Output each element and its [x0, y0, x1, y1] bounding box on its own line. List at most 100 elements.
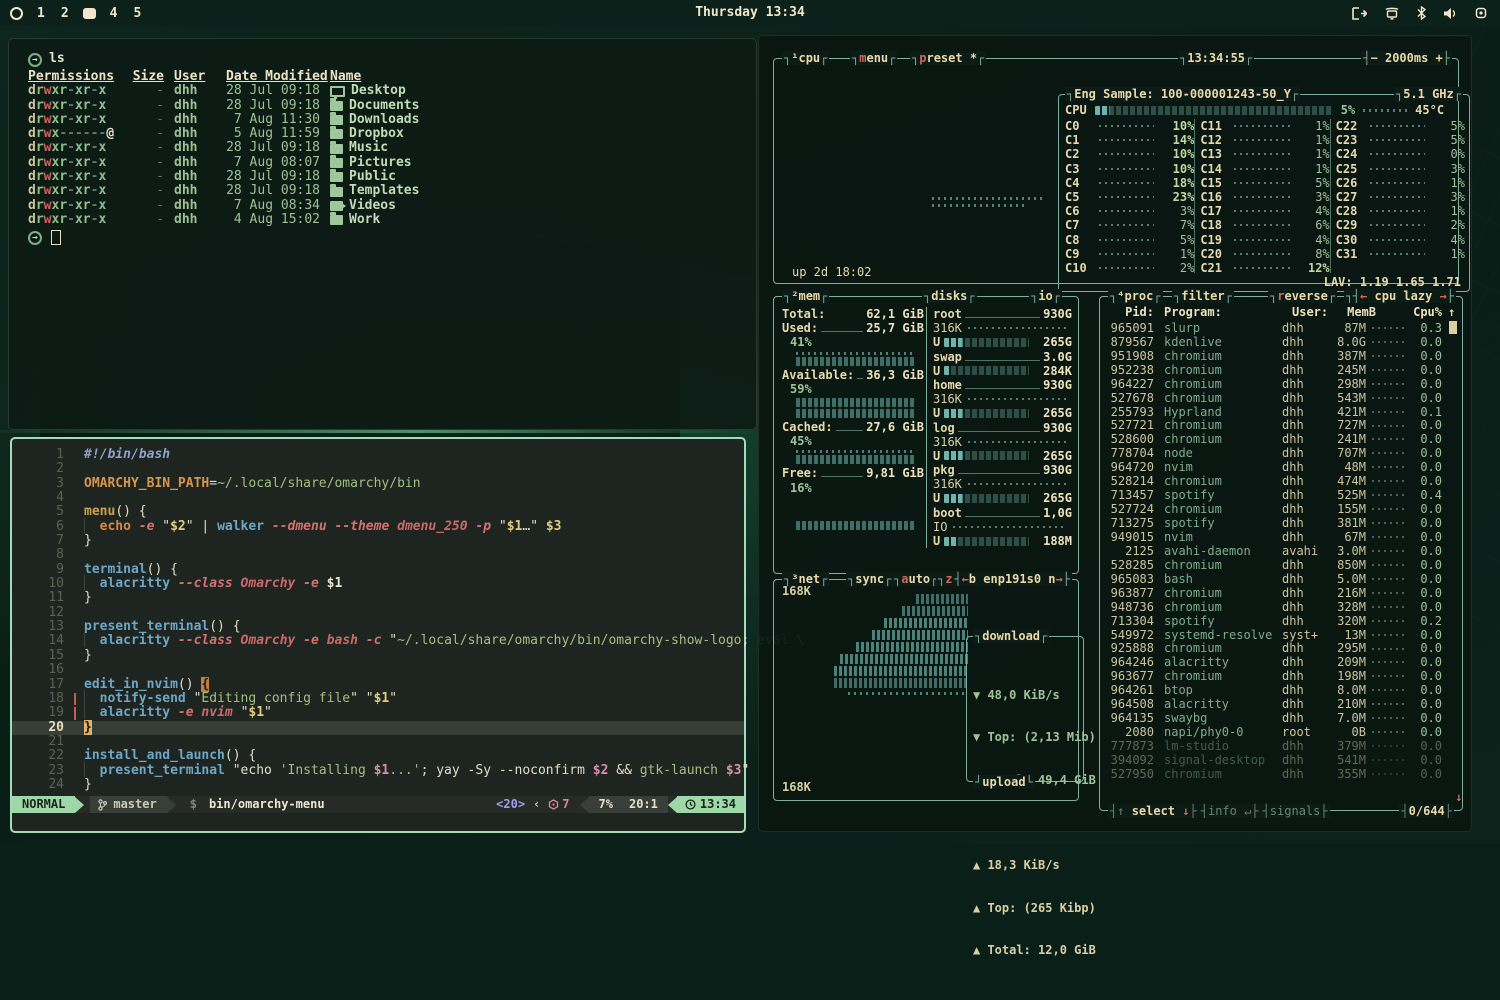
code-line-11[interactable]: 11} — [12, 591, 744, 605]
process-row[interactable]: 2080napi/phy0-0root0B0.0 — [1106, 725, 1442, 739]
code-line-4[interactable]: 4 — [12, 491, 744, 505]
code-line-15[interactable]: 15} — [12, 649, 744, 663]
tab-disks[interactable]: ┐disks┌ — [922, 289, 977, 303]
editor-window-nvim[interactable]: 1#!/bin/bash23OMARCHY_BIN_PATH=~/.local/… — [10, 437, 746, 833]
bluetooth-icon[interactable] — [1417, 6, 1426, 20]
process-row[interactable]: 778704nodedhh707M0.0 — [1106, 446, 1442, 460]
process-row[interactable]: 964135swaybgdhh7.0M0.0 — [1106, 711, 1442, 725]
code-line-2[interactable]: 2 — [12, 462, 744, 476]
download-speed: ▼ 48,0 KiB/s — [973, 688, 1060, 702]
core-row: C311% — [1336, 247, 1465, 261]
code-area[interactable]: 1#!/bin/bash23OMARCHY_BIN_PATH=~/.local/… — [12, 448, 744, 792]
process-row[interactable]: 713304spotifydhh320M0.2 — [1106, 614, 1442, 628]
used-graph-dots — [796, 352, 916, 355]
network-icon[interactable] — [1384, 7, 1400, 20]
update-interval-control[interactable]: ┤− 2000ms +├ — [1361, 51, 1452, 65]
prompt-arrow-icon: → — [28, 231, 42, 245]
filter-button[interactable]: ┐filter┌ — [1172, 289, 1234, 303]
process-row[interactable]: 528600chromiumdhh241M0.0 — [1106, 433, 1442, 447]
process-row[interactable]: 963677chromiumdhh198M0.0 — [1106, 669, 1442, 683]
process-row[interactable]: 2125avahi-daemonavahi3.0M0.0 — [1106, 544, 1442, 558]
code-line-21[interactable]: 21 — [12, 735, 744, 749]
core-list: C010%C114%C210%C310%C418%C523%C63%C77%C8… — [1065, 119, 1465, 273]
logout-icon[interactable] — [1352, 7, 1367, 20]
process-row[interactable]: 255793Hyprlanddhh421M0.1 — [1106, 405, 1442, 419]
folder-icon — [330, 215, 343, 225]
process-row[interactable]: 964261btopdhh8.0M0.0 — [1106, 683, 1442, 697]
code-line-1[interactable]: 1#!/bin/bash — [12, 448, 744, 462]
scroll-down-icon[interactable]: ↓ — [1455, 790, 1462, 804]
code-line-24[interactable]: 24} — [12, 778, 744, 792]
process-row[interactable]: 949015nvimdhh67M0.0 — [1106, 530, 1442, 544]
disk-list: root930G316KU265Gswap3.0GU284Khome930G31… — [926, 307, 1072, 548]
code-line-12[interactable]: 12 — [12, 606, 744, 620]
process-row[interactable]: 777873lm-studiodhh379M0.0 — [1106, 739, 1442, 753]
signals-control[interactable]: ┤signals├ — [1261, 804, 1330, 818]
process-row[interactable]: 964227chromiumdhh298M0.0 — [1106, 377, 1442, 391]
settings-icon[interactable] — [1474, 6, 1488, 20]
tab-cpu[interactable]: ┐¹cpu┌ — [782, 51, 829, 65]
process-row[interactable]: 965091slurpdhh87M0.3 — [1106, 321, 1442, 335]
interface-selector[interactable]: ┤←b enp191s0 n→├ — [952, 572, 1072, 586]
process-row[interactable]: 713275spotifydhh381M0.0 — [1106, 516, 1442, 530]
code-line-23[interactable]: 23▏ present_terminal "echo 'Installing $… — [12, 764, 744, 778]
process-row[interactable]: 925888chromiumdhh295M0.0 — [1106, 642, 1442, 656]
process-row[interactable]: 527724chromiumdhh155M0.0 — [1106, 502, 1442, 516]
reverse-button[interactable]: ┐reverse┌ — [1268, 289, 1337, 303]
process-row[interactable]: 879567kdenlivedhh8.0G0.0 — [1106, 335, 1442, 349]
code-line-6[interactable]: 6▏ echo -e "$2" | walker --dmenu --theme… — [12, 520, 744, 534]
code-line-17[interactable]: 17edit_in_nvim() { — [12, 678, 744, 692]
net-panel: ┐³net┌ ┐sync┌ ┐auto┌ ┐zero┌ ┤←b enp191s0… — [773, 579, 1079, 801]
clock: Thursday 13:34 — [0, 5, 1500, 20]
process-row[interactable]: 965083bashdhh5.0M0.0 — [1106, 572, 1442, 586]
process-row[interactable]: 549972systemd-resolvesyst+13M0.0 — [1106, 628, 1442, 642]
process-row[interactable]: 394092signal-desktopdhh541M0.0 — [1106, 753, 1442, 767]
terminal-window-ls[interactable]: → ls Permissions Size User Date Modified… — [8, 38, 757, 430]
cpu-total-label: CPU — [1065, 103, 1087, 117]
memory-stats: Total:62,1 GiB Used:25,7 GiB 41% Availab… — [782, 307, 924, 532]
sort-selector[interactable]: ┤← cpu lazy →├ — [1351, 289, 1456, 303]
code-line-7[interactable]: 7} — [12, 534, 744, 548]
tab-proc[interactable]: ┐⁴proc┌ — [1108, 289, 1163, 303]
process-row[interactable]: 963877chromiumdhh216M0.0 — [1106, 586, 1442, 600]
process-row[interactable]: 527721chromiumdhh727M0.0 — [1106, 419, 1442, 433]
disk-used-row: U265G — [933, 335, 1072, 349]
code-line-8[interactable]: 8 — [12, 548, 744, 562]
code-line-5[interactable]: 5menu() { — [12, 505, 744, 519]
code-line-19[interactable]: 19▏ alacritty -e nvim "$1" — [12, 706, 744, 720]
info-control[interactable]: ┤info ↵├ — [1199, 804, 1261, 818]
volume-icon[interactable] — [1443, 7, 1457, 20]
process-row[interactable]: 964246alacrittydhh209M0.0 — [1106, 656, 1442, 670]
scrollbar-thumb[interactable] — [1449, 321, 1457, 334]
code-line-3[interactable]: 3OMARCHY_BIN_PATH=~/.local/share/omarchy… — [12, 477, 744, 491]
tab-mem[interactable]: ┐²mem┌ — [782, 289, 829, 303]
process-row[interactable]: 528214chromiumdhh474M0.0 — [1106, 474, 1442, 488]
process-row[interactable]: 527678chromiumdhh543M0.0 — [1106, 391, 1442, 405]
code-line-14[interactable]: 14▏ alacritty --class Omarchy -e bash -c… — [12, 634, 744, 648]
tab-io[interactable]: ┐io┌ — [1029, 289, 1062, 303]
code-line-20[interactable]: 20} — [12, 721, 744, 735]
process-row[interactable]: 951908chromiumdhh387M0.0 — [1106, 349, 1442, 363]
process-row[interactable]: 948736chromiumdhh328M0.0 — [1106, 600, 1442, 614]
process-row[interactable]: 527950chromiumdhh355M0.0 — [1106, 767, 1442, 781]
scroll-up-icon[interactable]: ↑ — [1448, 305, 1455, 319]
auto-button[interactable]: ┐auto┌ — [892, 572, 939, 586]
top-bar: 1 2 4 5 Thursday 13:34 — [0, 0, 1500, 26]
menu-button[interactable]: ┐menu┌ — [850, 51, 897, 65]
select-control[interactable]: ┤↑ select ↓├ — [1108, 804, 1199, 818]
preset-button[interactable]: ┐preset *┌ — [910, 51, 986, 65]
code-line-9[interactable]: 9terminal() { — [12, 563, 744, 577]
proc-scrollbar[interactable]: ↑ ↓ — [1448, 305, 1458, 804]
code-line-22[interactable]: 22install_and_launch() { — [12, 749, 744, 763]
code-line-16[interactable]: 16 — [12, 663, 744, 677]
prompt-arrow-icon: → — [28, 53, 42, 67]
process-row[interactable]: 964508alacrittydhh210M0.0 — [1106, 697, 1442, 711]
process-row[interactable]: 964720nvimdhh48M0.0 — [1106, 460, 1442, 474]
code-line-10[interactable]: 10▏ alacritty --class Omarchy -e $1 — [12, 577, 744, 591]
process-row[interactable]: 528285chromiumdhh850M0.0 — [1106, 558, 1442, 572]
process-row[interactable]: 952238chromiumdhh245M0.0 — [1106, 363, 1442, 377]
sync-button[interactable]: ┐sync┌ — [846, 572, 893, 586]
used-graph — [796, 357, 916, 366]
process-row[interactable]: 713457spotifydhh525M0.4 — [1106, 488, 1442, 502]
btop-window[interactable]: ┐¹cpu┌ ┐menu┌ ┐preset *┌ ┐13:34:55┌ ┤− 2… — [758, 35, 1472, 832]
